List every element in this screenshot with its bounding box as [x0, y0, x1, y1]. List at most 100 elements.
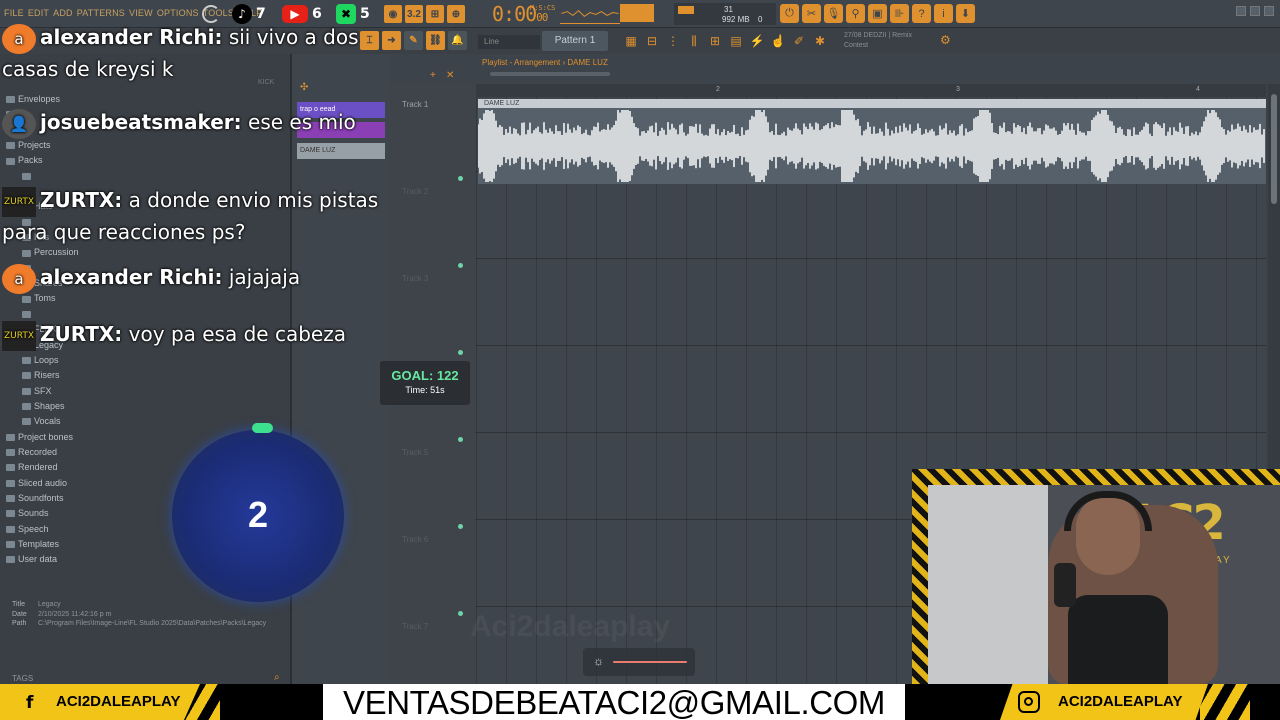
- plug-icon[interactable]: ⚡: [748, 32, 766, 50]
- tempo-icon[interactable]: 3.2: [405, 5, 423, 23]
- piano-roll-icon[interactable]: ⊟: [643, 32, 661, 50]
- track-led[interactable]: [458, 524, 463, 529]
- brightness-track[interactable]: [613, 661, 687, 663]
- horizontal-scroll[interactable]: [490, 72, 610, 76]
- close-x-icon[interactable]: ✕: [446, 70, 454, 81]
- scroll-thumb[interactable]: [1271, 94, 1277, 204]
- pattern-item[interactable]: DAME LUZ: [297, 143, 385, 159]
- metronome-icon[interactable]: ⊕: [447, 5, 465, 23]
- timeline-ruler[interactable]: 2 3 4: [476, 84, 1266, 97]
- browser-item[interactable]: User data: [6, 552, 79, 567]
- chat-username: ZURTX:: [40, 322, 123, 346]
- info-icon[interactable]: i: [934, 4, 953, 23]
- hand-icon[interactable]: ☝: [769, 32, 787, 50]
- browser-item-label: Risers: [34, 370, 60, 381]
- bell-icon[interactable]: 🔔: [448, 31, 467, 50]
- ruler-tick: 4: [1196, 86, 1200, 93]
- mic-icon[interactable]: 🎙: [824, 4, 843, 23]
- browser-item[interactable]: Projects: [6, 138, 79, 153]
- news-panel[interactable]: 27/08 DEDZII | Remix Contest: [844, 31, 912, 51]
- brush-icon[interactable]: ✐: [790, 32, 808, 50]
- track-label[interactable]: Track 1: [402, 100, 428, 109]
- track-label[interactable]: Track 3: [402, 274, 428, 283]
- channel-rack-icon[interactable]: ⋮: [664, 32, 682, 50]
- browser-item-label: Soundfonts: [18, 492, 64, 503]
- mixer-view-icon[interactable]: ⫼: [685, 32, 703, 50]
- track-label[interactable]: Track 7: [402, 622, 428, 631]
- audio-clip[interactable]: DAME LUZ: [477, 99, 1266, 184]
- track-led[interactable]: [458, 437, 463, 442]
- step-icon[interactable]: ⊞: [426, 5, 444, 23]
- save-icon[interactable]: ▣: [868, 4, 887, 23]
- menu-item[interactable]: EDIT: [28, 8, 49, 18]
- cpu-monitor: 31 992 MB 0: [674, 3, 776, 25]
- browser-item[interactable]: Loops: [6, 353, 79, 368]
- close-icon[interactable]: [1264, 6, 1274, 16]
- track-led[interactable]: [458, 176, 463, 181]
- minimize-icon[interactable]: [1236, 6, 1246, 16]
- browser-item[interactable]: Risers: [6, 368, 79, 383]
- settings-icon[interactable]: ⚙: [940, 33, 951, 47]
- browser-item[interactable]: Templates: [6, 537, 79, 552]
- playlist-icon[interactable]: ▦: [622, 32, 640, 50]
- browser-item[interactable]: Speech: [6, 522, 79, 537]
- track-label[interactable]: Track 5: [402, 448, 428, 457]
- cut-icon[interactable]: ✂: [802, 4, 821, 23]
- track-led[interactable]: [458, 350, 463, 355]
- youtube-counter: ▶ 6: [282, 4, 322, 24]
- browser-item[interactable]: Rendered: [6, 460, 79, 475]
- pattern-song-icon[interactable]: ◉: [384, 5, 402, 23]
- instagram-tag: ACI2DALEAPLAY: [1000, 684, 1208, 720]
- link-icon[interactable]: ⚲: [846, 4, 865, 23]
- help-icon[interactable]: ?: [912, 4, 931, 23]
- menu-item[interactable]: PATTERNS: [77, 8, 125, 18]
- download-icon[interactable]: ⬇: [956, 4, 975, 23]
- folder-icon: [6, 525, 15, 533]
- track-label[interactable]: Track 6: [402, 535, 428, 544]
- browser-item-label: SFX: [34, 385, 52, 396]
- maximize-icon[interactable]: [1250, 6, 1260, 16]
- pattern-select[interactable]: Pattern 1: [542, 31, 608, 51]
- browser-item[interactable]: Sliced audio: [6, 476, 79, 491]
- mixer-icon[interactable]: ⊪: [890, 4, 909, 23]
- browser-item[interactable]: [6, 169, 79, 184]
- track-led[interactable]: [458, 263, 463, 268]
- browser-item[interactable]: Vocals: [6, 414, 79, 429]
- instagram-handle: ACI2DALEAPLAY: [1058, 693, 1183, 710]
- browser-item[interactable]: Percussion: [6, 245, 79, 260]
- browser-item[interactable]: Envelopes: [6, 92, 79, 107]
- search-icon[interactable]: ⌕: [274, 672, 280, 683]
- memory-value: 992 MB: [722, 15, 750, 24]
- menu-item[interactable]: OPTIONS: [157, 8, 199, 18]
- browser-item[interactable]: SFX: [6, 384, 79, 399]
- folder-icon: [22, 295, 31, 303]
- browser-icon[interactable]: ⊞: [706, 32, 724, 50]
- browser-item[interactable]: Recorded: [6, 445, 79, 460]
- transport-buttons: ◉ 3.2 ⊞ ⊕: [384, 5, 465, 23]
- chat-message: ZURTX ZURTX: a donde envio mis pistas par…: [2, 185, 380, 248]
- paint-icon[interactable]: ⛓: [426, 31, 445, 50]
- plugin-icon[interactable]: ▤: [727, 32, 745, 50]
- power-icon[interactable]: ⏻: [780, 4, 799, 23]
- add-icon[interactable]: +: [430, 70, 436, 81]
- browser-item[interactable]: Project bones: [6, 430, 79, 445]
- browser-item[interactable]: Soundfonts: [6, 491, 79, 506]
- menu-item[interactable]: FILE: [4, 8, 24, 18]
- track-led[interactable]: [458, 611, 463, 616]
- browser-item[interactable]: Toms: [6, 291, 79, 306]
- output-waveform: [560, 10, 620, 24]
- loading-icon: [202, 5, 220, 23]
- wrench-icon[interactable]: ✱: [811, 32, 829, 50]
- snap-select[interactable]: Line: [478, 35, 540, 49]
- track-label[interactable]: Track 2: [402, 187, 428, 196]
- menu-item[interactable]: ADD: [53, 8, 73, 18]
- menu-item[interactable]: VIEW: [129, 8, 153, 18]
- cpu-bar: [678, 6, 694, 14]
- browser-item[interactable]: Packs: [6, 153, 79, 168]
- browser-item[interactable]: Sounds: [6, 506, 79, 521]
- brightness-slider[interactable]: ☼: [583, 648, 695, 676]
- pencil-icon[interactable]: ✎: [404, 31, 423, 50]
- browser-item-label: Shapes: [34, 400, 65, 411]
- arrow-icon[interactable]: ➜: [382, 31, 401, 50]
- browser-item[interactable]: Shapes: [6, 399, 79, 414]
